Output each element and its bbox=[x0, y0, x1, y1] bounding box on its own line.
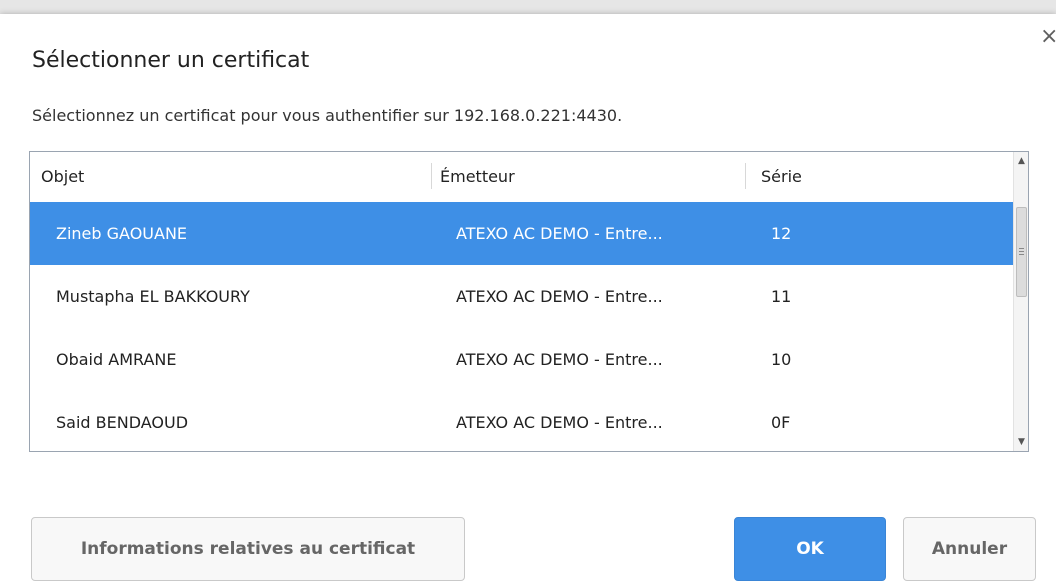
close-icon[interactable]: × bbox=[1040, 26, 1056, 48]
dialog-title: Sélectionner un certificat bbox=[32, 48, 310, 73]
cell-objet: Said BENDAOUD bbox=[56, 413, 189, 432]
column-header-objet[interactable]: Objet bbox=[41, 152, 84, 201]
cell-serie: 0F bbox=[771, 413, 791, 432]
grip-icon bbox=[1019, 248, 1024, 255]
table-row[interactable]: Zineb GAOUANE ATEXO AC DEMO - Entre... 1… bbox=[30, 202, 1013, 265]
cell-objet: Zineb GAOUANE bbox=[56, 224, 188, 243]
scrollbar-thumb[interactable] bbox=[1016, 207, 1027, 297]
column-header-serie[interactable]: Série bbox=[761, 152, 802, 201]
cell-serie: 12 bbox=[771, 224, 792, 243]
certificate-table: Objet Émetteur Série Zineb GAOUANE ATEXO… bbox=[29, 151, 1029, 452]
dialog-subtitle: Sélectionnez un certificat pour vous aut… bbox=[32, 106, 623, 125]
cell-serie: 10 bbox=[771, 350, 792, 369]
cell-objet: Obaid AMRANE bbox=[56, 350, 177, 369]
cell-objet: Mustapha EL BAKKOURY bbox=[56, 287, 250, 306]
cell-serie: 11 bbox=[771, 287, 792, 306]
scroll-up-arrow-icon[interactable]: ▲ bbox=[1014, 152, 1028, 170]
vertical-scrollbar[interactable]: ▲ ▼ bbox=[1013, 152, 1028, 451]
table-row[interactable]: Said BENDAOUD ATEXO AC DEMO - Entre... 0… bbox=[30, 391, 1013, 451]
cell-emetteur: ATEXO AC DEMO - Entre... bbox=[456, 224, 663, 243]
certificate-dialog: × Sélectionner un certificat Sélectionne… bbox=[0, 14, 1056, 581]
table-row[interactable]: Mustapha EL BAKKOURY ATEXO AC DEMO - Ent… bbox=[30, 265, 1013, 328]
cell-emetteur: ATEXO AC DEMO - Entre... bbox=[456, 413, 663, 432]
table-rows: Zineb GAOUANE ATEXO AC DEMO - Entre... 1… bbox=[30, 202, 1013, 451]
column-header-emetteur[interactable]: Émetteur bbox=[440, 152, 515, 201]
ok-button[interactable]: OK bbox=[734, 517, 886, 581]
cancel-button[interactable]: Annuler bbox=[903, 517, 1036, 581]
column-separator[interactable] bbox=[431, 163, 432, 189]
table-header: Objet Émetteur Série bbox=[30, 152, 1013, 201]
cell-emetteur: ATEXO AC DEMO - Entre... bbox=[456, 350, 663, 369]
column-separator[interactable] bbox=[745, 163, 746, 189]
cell-emetteur: ATEXO AC DEMO - Entre... bbox=[456, 287, 663, 306]
scroll-down-arrow-icon[interactable]: ▼ bbox=[1014, 433, 1028, 451]
certificate-info-button[interactable]: Informations relatives au certificat bbox=[31, 517, 465, 581]
table-row[interactable]: Obaid AMRANE ATEXO AC DEMO - Entre... 10 bbox=[30, 328, 1013, 391]
